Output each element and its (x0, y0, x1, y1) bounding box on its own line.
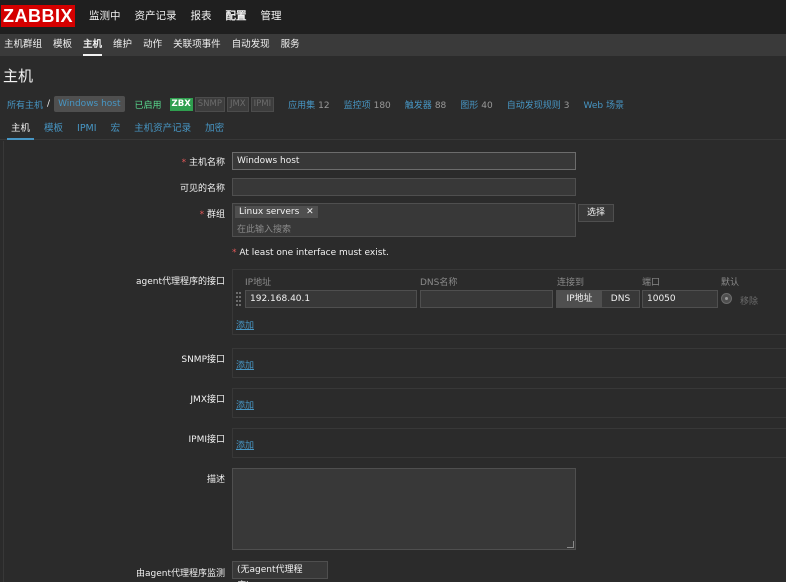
ipmi-interfaces-label: IPMI接口 (188, 435, 225, 445)
resize-handle-icon[interactable] (567, 541, 574, 548)
availability-badge-ipmi: IPMI (250, 96, 275, 112)
host-form-tabs: 主机 模板 IPMI 宏 主机资产记录 加密 (0, 118, 786, 140)
host-navigation: 所有主机 / Windows host 已启用 ZBX SNMP JMX IPM… (0, 93, 786, 115)
proxy-select-value: (无agent代理程序) (237, 565, 303, 582)
breadcrumb-all-hosts[interactable]: 所有主机 (7, 98, 43, 111)
sub-menu-services[interactable]: 服务 (277, 34, 306, 56)
default-interface-radio[interactable] (721, 293, 732, 304)
tab-templates[interactable]: 模板 (37, 118, 70, 139)
nav-graphs[interactable]: 图形 40 (460, 98, 492, 111)
group-chip-label: Linux servers (239, 207, 300, 217)
agent-interfaces-label: agent代理程序的接口 (136, 277, 225, 287)
agent-port-input[interactable]: 10050 (642, 290, 718, 308)
connect-dns-option[interactable]: DNS (602, 291, 639, 307)
snmp-interfaces-box (232, 348, 786, 378)
col-header-ip: IP地址 (245, 278, 272, 288)
monitored-by-proxy-label: 由agent代理程序监测 (136, 569, 225, 579)
connect-to-toggle: IP地址 DNS (556, 290, 640, 308)
jmx-interfaces-box (232, 388, 786, 418)
add-ipmi-interface-link[interactable]: 添加 (236, 438, 254, 451)
select-groups-button[interactable]: 选择 (578, 204, 614, 222)
visible-name-input[interactable] (232, 178, 576, 196)
main-menu-monitoring[interactable]: 监测中 (82, 0, 128, 34)
interface-warning: At least one interface must exist. (232, 248, 388, 258)
sub-menu-hosts[interactable]: 主机 (79, 34, 108, 56)
availability-badge-snmp: SNMP (194, 96, 225, 112)
col-header-port: 端口 (642, 278, 661, 288)
availability-badge-zbx: ZBX (169, 97, 193, 111)
visible-name-label: 可见的名称 (179, 184, 225, 194)
description-textarea[interactable] (232, 468, 576, 550)
main-menu-administration[interactable]: 管理 (254, 0, 289, 34)
agent-dns-input[interactable] (420, 290, 553, 308)
sub-menu: 主机群组 模板 主机 维护 动作 关联项事件 自动发现 服务 (0, 34, 786, 56)
sub-navigation-bar: 主机群组 模板 主机 维护 动作 关联项事件 自动发现 服务 (0, 34, 786, 56)
add-snmp-interface-link[interactable]: 添加 (236, 358, 254, 371)
main-menu-reports[interactable]: 报表 (184, 0, 219, 34)
nav-items[interactable]: 监控项 180 (344, 98, 391, 111)
connect-ip-option[interactable]: IP地址 (557, 291, 602, 307)
add-agent-interface-link[interactable]: 添加 (236, 318, 254, 331)
group-search-input[interactable]: 在此输入搜索 (237, 222, 291, 235)
host-name-label: 主机名称 (182, 155, 225, 168)
sub-menu-actions[interactable]: 动作 (139, 34, 168, 56)
tab-host[interactable]: 主机 (4, 118, 37, 140)
zabbix-logo[interactable]: ZABBIX (1, 5, 75, 27)
tab-encryption[interactable]: 加密 (198, 118, 231, 139)
nav-applications[interactable]: 应用集 12 (288, 98, 329, 111)
breadcrumb-current-host[interactable]: Windows host (54, 96, 125, 112)
groups-multiselect[interactable]: Linux servers ✕ 在此输入搜索 (232, 203, 576, 237)
groups-label: 群组 (200, 207, 225, 220)
main-menu-configuration[interactable]: 配置 (219, 0, 254, 34)
sub-menu-maintenance[interactable]: 维护 (109, 34, 138, 56)
col-header-default: 默认 (721, 278, 740, 288)
top-navigation-bar: ZABBIX 监测中 资产记录 报表 配置 管理 (0, 0, 786, 34)
remove-interface-link[interactable]: 移除 (740, 294, 758, 307)
host-name-input[interactable]: Windows host (232, 152, 576, 170)
proxy-select[interactable]: (无agent代理程序)▼ (232, 561, 328, 582)
add-jmx-interface-link[interactable]: 添加 (236, 398, 254, 411)
ipmi-interfaces-box (232, 428, 786, 458)
sub-menu-host-groups[interactable]: 主机群组 (0, 34, 48, 56)
nav-web-scenarios[interactable]: Web 场景 (583, 98, 623, 111)
col-header-dns: DNS名称 (420, 278, 458, 288)
sub-menu-templates[interactable]: 模板 (49, 34, 78, 56)
col-header-connect: 连接到 (557, 278, 585, 288)
drag-handle-icon[interactable] (236, 292, 242, 306)
main-menu-inventory[interactable]: 资产记录 (128, 0, 184, 34)
agent-ip-input[interactable]: 192.168.40.1 (245, 290, 417, 308)
nav-discovery-rules[interactable]: 自动发现规则 3 (507, 98, 570, 111)
page-title: 主机 (3, 67, 34, 85)
title-bar: 主机 (0, 56, 786, 92)
sub-menu-discovery[interactable]: 自动发现 (228, 34, 276, 56)
remove-chip-icon[interactable]: ✕ (306, 207, 314, 217)
group-chip: Linux servers ✕ (235, 206, 318, 218)
jmx-interfaces-label: JMX接口 (190, 395, 225, 405)
tab-ipmi[interactable]: IPMI (70, 118, 104, 139)
description-label: 描述 (206, 475, 225, 485)
availability-badge-jmx: JMX (226, 96, 249, 112)
breadcrumb-separator: / (47, 99, 51, 109)
main-menu: 监测中 资产记录 报表 配置 管理 (82, 0, 289, 34)
host-form: 主机名称 Windows host 可见的名称 群组 Linux servers… (3, 141, 786, 582)
nav-triggers[interactable]: 触发器 88 (405, 98, 446, 111)
sub-menu-event-correlation[interactable]: 关联项事件 (169, 34, 227, 56)
tab-inventory[interactable]: 主机资产记录 (127, 118, 198, 139)
tab-macros[interactable]: 宏 (104, 118, 128, 139)
snmp-interfaces-label: SNMP接口 (181, 355, 225, 365)
host-status-enabled[interactable]: 已启用 (135, 98, 162, 111)
